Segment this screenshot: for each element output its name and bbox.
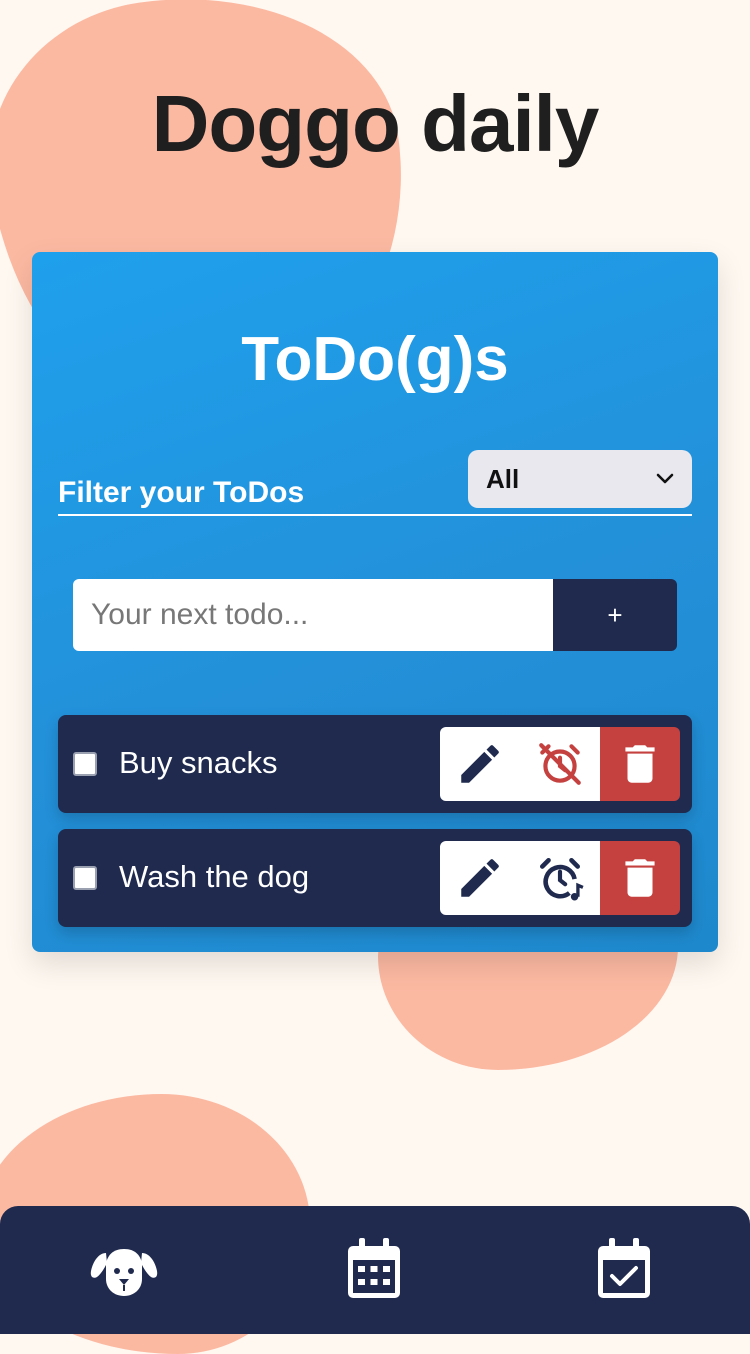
alarm-button[interactable] <box>520 841 600 915</box>
add-todo-row: + <box>73 579 677 651</box>
calendar-check-icon <box>598 1238 650 1298</box>
chevron-down-icon <box>656 473 674 484</box>
nav-dog-button[interactable] <box>84 1234 164 1304</box>
todo-actions <box>440 727 680 801</box>
edit-button[interactable] <box>440 841 520 915</box>
pencil-icon <box>461 745 499 783</box>
alarm-button[interactable] <box>520 727 600 801</box>
alarm-music-icon <box>540 858 584 901</box>
card-title: ToDo(g)s <box>241 325 509 394</box>
todo-text: Buy snacks <box>119 745 278 780</box>
filter-row: Filter your ToDos All <box>58 448 692 516</box>
filter-selected-value: All <box>486 463 520 494</box>
filter-select[interactable]: All <box>468 450 692 508</box>
todo-item: Wash the dog <box>58 829 692 927</box>
edit-button[interactable] <box>440 727 520 801</box>
todo-item: Buy snacks <box>58 715 692 813</box>
todo-input[interactable] <box>73 579 553 651</box>
delete-button[interactable] <box>600 841 680 915</box>
filter-label: Filter your ToDos <box>58 476 305 509</box>
nav-todos-button[interactable] <box>584 1234 664 1304</box>
trash-icon <box>625 745 655 783</box>
add-todo-button[interactable]: + <box>553 579 677 651</box>
alarm-off-icon <box>539 743 581 785</box>
todo-card: ToDo(g)s Filter your ToDos All + Buy sna… <box>32 252 718 952</box>
dog-icon <box>90 1249 158 1296</box>
trash-icon <box>625 859 655 897</box>
app-title: Doggo daily <box>151 79 600 168</box>
todo-checkbox[interactable] <box>73 752 97 776</box>
delete-button[interactable] <box>600 727 680 801</box>
pencil-icon <box>461 859 499 897</box>
todo-actions <box>440 841 680 915</box>
todo-checkbox[interactable] <box>73 866 97 890</box>
nav-calendar-button[interactable] <box>334 1234 414 1304</box>
todo-text: Wash the dog <box>119 859 310 894</box>
calendar-icon <box>348 1238 400 1298</box>
bottom-nav <box>0 1206 750 1334</box>
